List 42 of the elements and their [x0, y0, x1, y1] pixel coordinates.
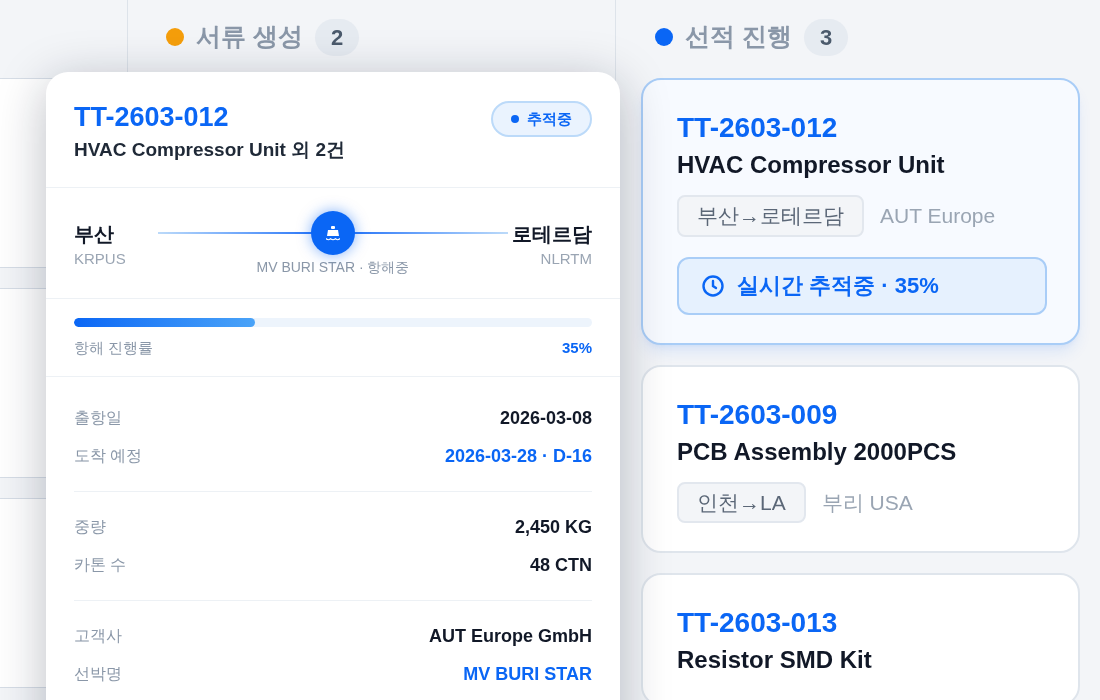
detail-value: 2,450 KG — [514, 515, 592, 539]
detail-label: 출항일 — [74, 408, 122, 428]
route-tag: 부산→로테르담 — [677, 195, 864, 237]
detail-value: 2026-03-08 — [499, 406, 592, 430]
detail-label: 고객사 — [74, 626, 122, 646]
detail-label: 중량 — [74, 517, 106, 537]
count-badge: 2 — [314, 18, 360, 56]
tracking-text: 실시간 추적중 · 35% — [737, 272, 939, 300]
shipment-id: TT-2603-009 — [677, 397, 839, 432]
customer-name: 부리 USA — [821, 489, 913, 516]
ship-icon — [311, 210, 355, 255]
shipment-id: TT-2603-013 — [677, 606, 839, 640]
shipment-card[interactable]: TT-2603-009 PCB Assembly 2000PCS 인천→LA 부리 USA — [641, 364, 1080, 553]
shipment-card[interactable]: TT-2603-012 HVAC Compressor Unit 부산→로테르담 AUT Europe 실시간 추적중 · 35% — [641, 78, 1080, 345]
detail-value: AUT Europe GmbH — [429, 624, 592, 648]
detail-value: MV BURI STAR — [463, 662, 592, 686]
shipment-id: TT-2603-012 — [74, 101, 230, 134]
shipment-id: TT-2603-012 — [677, 111, 839, 145]
column-title: 서류 생성 — [196, 21, 303, 53]
customer-name: AUT Europe — [880, 203, 996, 229]
shipment-title: PCB Assembly 2000PCS — [677, 436, 958, 467]
clock-icon — [701, 273, 725, 298]
shipment-card[interactable]: TT-2603-013 Resistor SMD Kit — [641, 573, 1080, 700]
port-code: NLRTM — [540, 248, 592, 269]
shipment-title: Resistor SMD Kit — [677, 645, 873, 675]
progress-reading: 35% — [561, 337, 592, 358]
detail-label: 카톤 수 — [74, 555, 127, 575]
shipment-subtitle: HVAC Compressor Unit 외 2건 — [74, 138, 345, 162]
port-code: KRPUS — [74, 248, 126, 269]
shipment-title: HVAC Compressor Unit — [677, 150, 946, 180]
detail-label: 도착 예정 — [74, 446, 143, 466]
detail-value: 2026-03-28 · D-16 — [444, 444, 592, 468]
progress-label: 항해 진행률 — [74, 337, 154, 358]
route-tag: 인천→LA — [677, 481, 806, 523]
vessel-caption: MV BURI STAR · 항해중 — [256, 257, 410, 277]
port-city: 부산 — [74, 221, 114, 247]
detail-label: 선박명 — [74, 664, 122, 684]
count-badge: 3 — [803, 18, 849, 56]
status-badge: 추적중 — [491, 101, 592, 137]
detail-value: 48 CTN — [530, 553, 592, 577]
port-city: 로테르담 — [512, 221, 592, 247]
column-title: 선적 진행 — [685, 21, 792, 53]
